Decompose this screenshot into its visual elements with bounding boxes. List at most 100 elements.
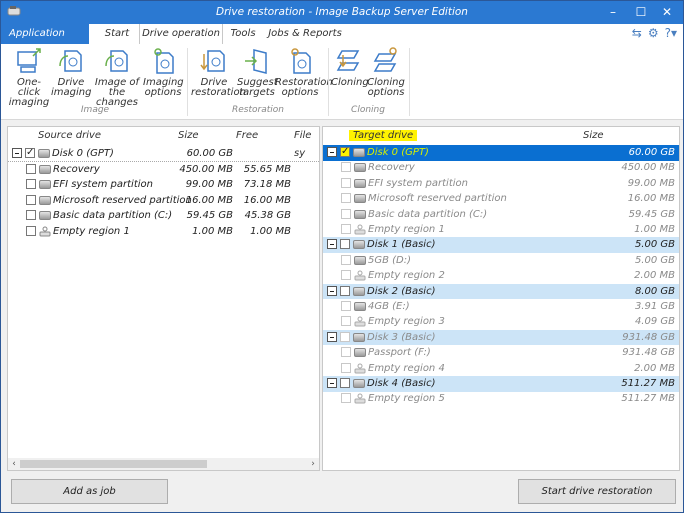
row-checkbox[interactable]: [26, 194, 36, 205]
cloning-options-button[interactable]: Cloning options: [367, 46, 405, 98]
row-checkbox[interactable]: [26, 163, 36, 174]
partition-icon: [354, 209, 366, 219]
drive-size: 2.00 MB: [634, 270, 675, 282]
restoration-options-icon: [291, 48, 311, 74]
scrollbar-thumb[interactable]: [20, 460, 207, 468]
target-partition-row[interactable]: EFI system partition 99.00 MB: [323, 176, 679, 192]
close-button[interactable]: ✕: [655, 3, 679, 21]
horizontal-scrollbar[interactable]: ‹ ›: [8, 458, 319, 470]
add-as-job-button[interactable]: Add as job: [11, 479, 168, 504]
suggest-targets-button[interactable]: Suggest targets: [237, 46, 278, 98]
drive-size: 931.48 GB: [622, 347, 675, 359]
column-header-size[interactable]: Size: [583, 127, 604, 145]
target-disk-row[interactable]: Disk 0 (GPT) 60.00 GB: [323, 144, 679, 161]
settings-icon[interactable]: ⚙: [648, 26, 659, 42]
sync-icon[interactable]: ⇆: [632, 26, 642, 42]
row-checkbox[interactable]: [341, 254, 351, 265]
column-header-target-drive[interactable]: Target drive: [349, 127, 418, 145]
row-checkbox[interactable]: [26, 225, 36, 236]
row-checkbox[interactable]: [341, 270, 351, 281]
column-header-file-system[interactable]: File sy: [294, 127, 319, 159]
row-checkbox[interactable]: [341, 316, 351, 327]
column-header-size[interactable]: Size: [178, 127, 199, 145]
row-checkbox[interactable]: [340, 239, 350, 250]
image-of-changes-button[interactable]: Image of the changes: [89, 46, 145, 108]
source-disk-row[interactable]: Disk 0 (GPT) 60.00 GB: [8, 145, 319, 162]
collapse-toggle[interactable]: [327, 331, 337, 342]
row-checkbox[interactable]: [341, 193, 351, 204]
maximize-button[interactable]: ☐: [629, 3, 653, 21]
drive-name: Disk 0 (GPT): [367, 147, 429, 158]
source-partition-row[interactable]: Empty region 1 1.00 MB 1.00 MB: [8, 224, 319, 240]
tab-jobs-reports[interactable]: Jobs & Reports: [265, 24, 345, 44]
suggest-targets-icon: [245, 49, 267, 74]
collapse-toggle[interactable]: [327, 147, 337, 157]
collapse-toggle[interactable]: [327, 239, 337, 250]
row-checkbox[interactable]: [340, 144, 350, 160]
row-checkbox[interactable]: [341, 208, 351, 219]
row-checkbox[interactable]: [341, 362, 351, 373]
cloning-button[interactable]: Cloning: [331, 46, 369, 88]
target-disk-row[interactable]: Disk 2 (Basic) 8.00 GB: [323, 283, 679, 300]
scroll-left-arrow[interactable]: ‹: [8, 458, 20, 470]
row-checkbox[interactable]: [26, 179, 36, 189]
row-checkbox[interactable]: [341, 162, 351, 173]
target-partition-row[interactable]: Empty region 1 1.00 MB: [323, 222, 679, 238]
collapse-toggle[interactable]: [327, 285, 337, 296]
source-partition-row[interactable]: Basic data partition (C:) 59.45 GB 45.38 G…: [8, 208, 319, 224]
target-disk-row[interactable]: Disk 4 (Basic) 511.27 MB: [323, 376, 679, 392]
partition-icon: [39, 211, 51, 220]
drive-size: 4.09 GB: [634, 316, 675, 328]
row-checkbox[interactable]: [341, 347, 351, 358]
one-click-imaging-button[interactable]: One-click imaging: [7, 46, 51, 108]
drive-name: Recovery: [53, 163, 100, 175]
target-partition-row[interactable]: 4GB (E:) 3.91 GB: [323, 299, 679, 315]
target-partition-row[interactable]: Passport (F:) 931.48 GB: [323, 345, 679, 361]
target-disk-row[interactable]: Disk 3 (Basic) 931.48 GB: [323, 329, 679, 346]
drive-imaging-button[interactable]: Drive imaging: [51, 46, 91, 98]
target-partition-row[interactable]: Empty region 4 2.00 MB: [323, 361, 679, 377]
source-partition-row[interactable]: EFI system partition 99.00 MB 73.18 MB: [8, 177, 319, 193]
drive-name: Empty region 4: [368, 362, 445, 374]
target-partition-row[interactable]: Empty region 3 4.09 GB: [323, 314, 679, 330]
row-checkbox[interactable]: [341, 177, 351, 188]
drive-name: Disk 0 (GPT): [52, 148, 114, 159]
collapse-toggle[interactable]: [12, 148, 22, 158]
target-partition-row[interactable]: Empty region 5 511.27 MB: [323, 391, 679, 407]
row-checkbox[interactable]: [26, 210, 36, 220]
scroll-right-arrow[interactable]: ›: [307, 458, 319, 470]
target-partition-row[interactable]: Microsoft reserved partition 16.00 MB: [323, 191, 679, 207]
column-header-source-drive[interactable]: Source drive: [38, 127, 101, 145]
collapse-toggle[interactable]: [327, 378, 337, 388]
restoration-options-button[interactable]: Restoration options: [275, 46, 333, 98]
drive-size: 1.00 MB: [634, 224, 675, 235]
tab-start[interactable]: Start: [97, 24, 137, 44]
drive-restoration-button[interactable]: Drive restoration: [191, 46, 246, 98]
source-partition-row[interactable]: Microsoft reserved partition 16.00 MB 16.0…: [8, 193, 319, 209]
drive-name: 4GB (E:): [368, 301, 410, 312]
drive-size: 99.00 MB: [185, 179, 233, 190]
target-partition-row[interactable]: Recovery 450.00 MB: [323, 160, 679, 176]
source-partition-row[interactable]: Recovery 450.00 MB 55.65 MB: [8, 162, 319, 178]
target-partition-row[interactable]: Empty region 2 2.00 MB: [323, 268, 679, 284]
row-checkbox[interactable]: [341, 301, 351, 311]
tab-drive-operation[interactable]: Drive operation: [139, 24, 223, 44]
imaging-options-button[interactable]: Imaging options: [143, 46, 184, 98]
column-header-free[interactable]: Free: [236, 127, 258, 145]
target-disk-row[interactable]: Disk 1 (Basic) 5.00 GB: [323, 237, 679, 253]
minimize-button[interactable]: –: [601, 3, 625, 21]
help-icon[interactable]: ?▾: [665, 26, 677, 42]
row-checkbox[interactable]: [340, 378, 350, 388]
row-checkbox[interactable]: [341, 393, 351, 404]
application-menu-button[interactable]: Application menu: [1, 24, 89, 59]
row-checkbox[interactable]: [341, 224, 351, 234]
row-checkbox[interactable]: [340, 331, 350, 342]
row-checkbox[interactable]: [25, 145, 35, 161]
start-drive-restoration-button[interactable]: Start drive restoration: [518, 479, 676, 504]
target-partition-row[interactable]: 5GB (D:) 5.00 GB: [323, 253, 679, 269]
row-checkbox[interactable]: [340, 285, 350, 296]
tab-tools[interactable]: Tools: [227, 24, 259, 44]
drive-name: Disk 4 (Basic): [367, 378, 436, 389]
target-partition-row[interactable]: Basic data partition (C:) 59.45 GB: [323, 207, 679, 223]
partition-icon: [39, 195, 51, 205]
